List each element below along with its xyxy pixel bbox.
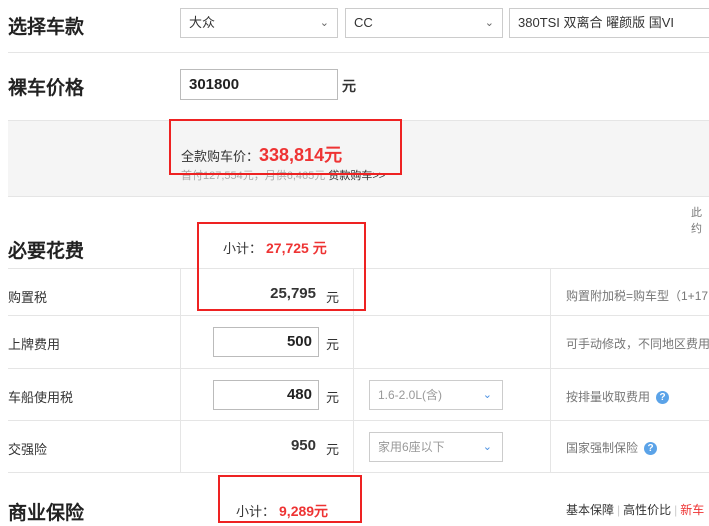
fee-name: 车船使用税 (8, 390, 74, 405)
series-value: CC (354, 15, 373, 30)
fee-unit: 元 (326, 442, 340, 457)
chevron-down-icon: ⌄ (484, 17, 494, 29)
vehicle-tax-input[interactable]: 480 (213, 380, 319, 410)
seat-type-select[interactable]: 家用6座以下 ⌄ (369, 432, 503, 462)
seat-type-value: 家用6座以下 (378, 440, 445, 454)
plan-new-link[interactable]: 新车 (680, 503, 704, 517)
row-divider (8, 368, 709, 369)
fee-note-text: 按排量收取费用 (566, 390, 651, 404)
chevron-down-icon: ⌄ (482, 441, 492, 453)
fee-unit: 元 (326, 337, 340, 352)
fee-note: 国家强制保险? (566, 439, 658, 456)
fee-note-text: 国家强制保险 (566, 441, 639, 455)
col-divider (180, 268, 181, 472)
bare-price-title: 裸车价格 (8, 78, 85, 99)
row-divider (8, 472, 709, 473)
fee-note: 按排量收取费用? (566, 388, 670, 405)
help-icon[interactable]: ? (644, 442, 658, 456)
select-model-title: 选择车款 (8, 17, 85, 38)
bare-price-unit: 元 (342, 78, 356, 94)
version-value: 380TSI 双离合 曜颜版 国VI (518, 15, 675, 30)
bare-price-input[interactable]: 301800 (180, 69, 338, 100)
fee-name: 购置税 (8, 290, 48, 305)
fee-name: 交强险 (8, 442, 48, 457)
fee-name: 上牌费用 (8, 337, 61, 352)
right-note: 此约 (691, 207, 702, 235)
displacement-select[interactable]: 1.6-2.0L(含) ⌄ (369, 380, 503, 410)
chevron-down-icon: ⌄ (319, 17, 329, 29)
fee-note: 可手动修改，不同地区费用 (566, 337, 709, 351)
help-icon[interactable]: ? (656, 391, 670, 405)
highlight-box (197, 222, 366, 311)
chevron-down-icon: ⌄ (482, 389, 492, 401)
bare-price-value: 301800 (189, 76, 240, 93)
plan-value-link[interactable]: 高性价比 (623, 503, 671, 517)
plate-fee-input[interactable]: 500 (213, 327, 319, 357)
insurance-plan-links: 基本保障 | 高性价比 | 新车 (566, 503, 705, 517)
row-divider (8, 315, 709, 316)
plate-fee-value: 500 (286, 333, 312, 350)
series-select[interactable]: CC ⌄ (345, 8, 503, 38)
divider (8, 52, 709, 53)
vehicle-tax-value: 480 (286, 386, 312, 403)
brand-select[interactable]: 大众 ⌄ (180, 8, 338, 38)
fee-unit: 元 (326, 390, 340, 405)
col-divider (550, 268, 551, 472)
plan-basic-link[interactable]: 基本保障 (566, 503, 614, 517)
version-select[interactable]: 380TSI 双离合 曜颜版 国VI (509, 8, 709, 38)
highlight-box (218, 475, 362, 523)
brand-value: 大众 (189, 15, 216, 30)
fee-note: 购置附加税=购车型（1+17 (566, 289, 709, 303)
required-fees-title: 必要花费 (8, 241, 85, 262)
displacement-value: 1.6-2.0L(含) (378, 388, 443, 402)
compulsory-insurance-value: 950 (290, 437, 316, 454)
row-divider (8, 420, 709, 421)
highlight-box (169, 119, 402, 175)
commercial-insurance-title: 商业保险 (8, 503, 85, 524)
